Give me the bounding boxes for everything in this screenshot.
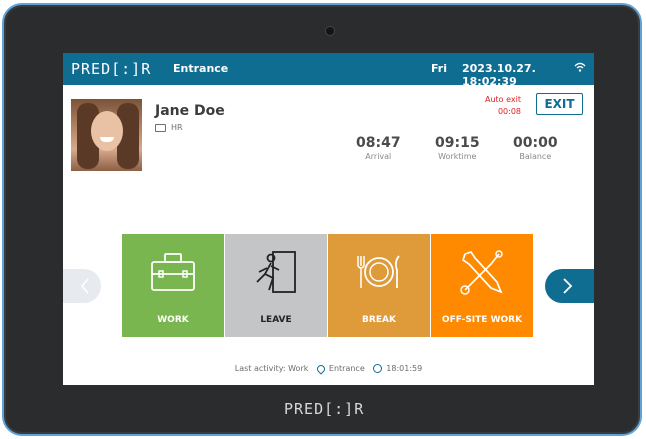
top-bar: PRED[:]R Entrance Fri 2023.10.27. 18:02:… — [63, 53, 594, 88]
plate-utensils-icon — [357, 255, 400, 288]
briefcase-icon — [151, 253, 195, 291]
action-off-site-work[interactable]: OFF-SITE WORK — [431, 234, 533, 337]
user-name: Jane Doe — [155, 103, 225, 119]
department-label: HR — [171, 123, 183, 132]
wifi-icon — [574, 62, 586, 72]
stat-value: 08:47 — [356, 135, 401, 151]
action-leave[interactable]: LEAVE — [225, 234, 327, 337]
kiosk-screen: PRED[:]R Entrance Fri 2023.10.27. 18:02:… — [63, 53, 594, 385]
location-pin-icon — [315, 362, 327, 375]
auto-exit-countdown: 00:08 — [497, 107, 521, 116]
action-label: LEAVE — [260, 315, 292, 325]
chevron-right-icon — [563, 278, 573, 294]
action-label: BREAK — [362, 315, 396, 325]
day-label: Fri — [431, 62, 448, 75]
action-break[interactable]: BREAK — [328, 234, 430, 337]
action-label: OFF-SITE WORK — [441, 315, 523, 325]
stat-worktime: 09:15 Worktime — [435, 135, 480, 161]
user-photo — [71, 99, 142, 171]
stat-label: Worktime — [438, 152, 477, 161]
stat-arrival: 08:47 Arrival — [356, 135, 401, 161]
last-activity-time: 18:01:59 — [386, 364, 423, 373]
auto-exit-label: Auto exit — [485, 95, 521, 104]
action-label: WORK — [157, 315, 189, 325]
tools-icon — [460, 250, 503, 295]
stat-label: Balance — [519, 152, 552, 161]
chevron-left-icon — [80, 278, 89, 294]
previous-page-button[interactable] — [63, 269, 101, 303]
folder-icon — [155, 123, 166, 132]
exit-button[interactable]: EXIT — [536, 93, 583, 115]
department: HR — [155, 123, 183, 132]
next-page-button[interactable] — [545, 269, 594, 303]
brand-logo: PRED[:]R — [71, 60, 152, 78]
exit-door-icon — [256, 251, 296, 293]
clock-icon — [373, 364, 383, 373]
location-label: Entrance — [173, 62, 229, 75]
status-bar: Last activity: Work Entrance 18:01:59 — [63, 362, 594, 375]
stat-value: 00:00 — [513, 135, 558, 151]
last-activity-text: Last activity: Work — [234, 364, 309, 373]
stat-label: Arrival — [365, 152, 392, 161]
stat-balance: 00:00 Balance — [513, 135, 558, 161]
camera-icon — [326, 27, 334, 35]
stat-value: 09:15 — [435, 135, 480, 151]
device-logo: PRED[:]R — [284, 400, 365, 418]
auto-exit-timer: Auto exit 00:08 — [475, 94, 521, 118]
action-work[interactable]: WORK — [122, 234, 224, 337]
last-activity-location: Entrance — [328, 364, 365, 373]
